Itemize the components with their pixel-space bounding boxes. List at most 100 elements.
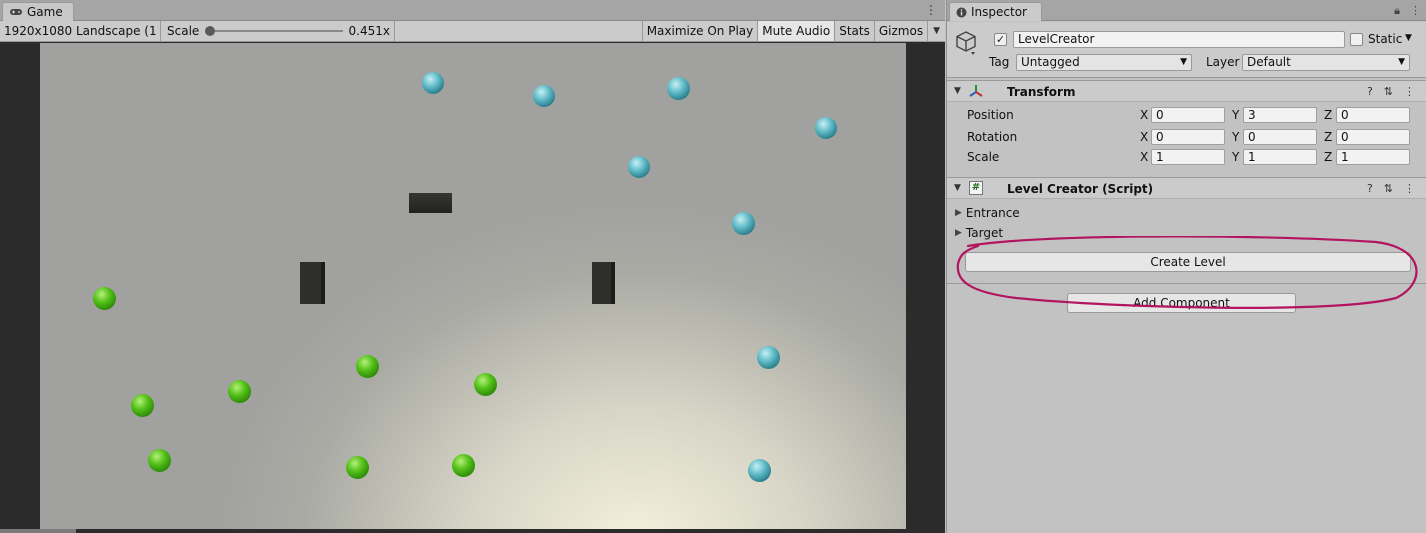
tab-game-label: Game [27,5,63,19]
stats-toggle[interactable]: Stats [835,21,875,41]
tag-label: Tag [989,55,1010,69]
maximize-on-play-toggle[interactable]: Maximize On Play [643,21,759,41]
position-x-field[interactable]: 0 [1151,107,1225,123]
dark-block [592,262,615,304]
rotation-z-field[interactable]: 0 [1336,129,1410,145]
game-menu-icon[interactable]: ⋮ [925,4,937,16]
axis-z-label[interactable]: Z [1324,150,1332,164]
layer-dropdown[interactable]: Default ▼ [1242,54,1410,71]
axis-y-label[interactable]: Y [1232,130,1239,144]
axis-x-label[interactable]: X [1140,130,1148,144]
component-menu-icon[interactable]: ⋮ [1404,182,1415,195]
static-dropdown-icon[interactable]: ▼ [1405,33,1412,43]
component-header-icons: ? ⇅ ⋮ [1367,182,1415,195]
teal-sphere [533,85,555,107]
presets-icon[interactable]: ⇅ [1384,182,1393,195]
tag-value: Untagged [1021,55,1080,69]
cube-icon [956,31,976,55]
scale-z-field[interactable]: 1 [1336,149,1410,165]
scale-y-field[interactable]: 1 [1243,149,1317,165]
teal-sphere [815,117,837,139]
help-icon[interactable]: ? [1367,182,1373,195]
axis-y-label[interactable]: Y [1232,108,1239,122]
game-panel: Game ⋮ 1920x1080 Landscape (1 ▼ Scale 0.… [0,0,945,533]
entrance-foldout[interactable]: ▶ Entrance [955,206,1020,220]
info-icon [956,7,967,17]
scale-x-field[interactable]: 1 [1151,149,1225,165]
chevron-down-icon: ▼ [1398,57,1405,67]
green-sphere [356,355,379,378]
position-y-field[interactable]: 3 [1243,107,1317,123]
strip-highlight [0,529,76,533]
chevron-down-icon: ▼ [1180,57,1187,67]
tab-game[interactable]: Game [2,2,74,21]
axis-z-label[interactable]: Z [1324,130,1332,144]
target-foldout[interactable]: ▶ Target [955,226,1003,240]
object-name-field[interactable]: LevelCreator [1013,31,1345,48]
axis-x-label[interactable]: X [1140,108,1148,122]
foldout-arrow-icon[interactable]: ▼ [954,183,961,193]
script-icon: # [969,181,983,195]
game-viewport[interactable] [40,43,906,529]
teal-sphere [748,459,771,482]
tab-inspector[interactable]: Inspector [949,2,1042,21]
menu-icon[interactable]: ⋮ [1410,4,1421,18]
inspector-tabbar: Inspector 🔒︎ ⋮ [947,0,1426,21]
axis-z-label[interactable]: Z [1324,108,1332,122]
inspector-tab-icons: 🔒︎ ⋮ [1394,4,1421,18]
transform-header[interactable]: ▼ Transform ? ⇅ ⋮ [947,80,1426,102]
resolution-dropdown[interactable]: 1920x1080 Landscape (1 ▼ [0,21,161,41]
help-icon[interactable]: ? [1367,85,1373,98]
scale-control: Scale 0.451x [161,21,395,41]
rotation-y-field[interactable]: 0 [1243,129,1317,145]
transform-title: Transform [1007,85,1076,99]
unity-editor: Game ⋮ 1920x1080 Landscape (1 ▼ Scale 0.… [0,0,1426,533]
level-creator-header[interactable]: ▼ # Level Creator (Script) ? ⇅ ⋮ [947,177,1426,199]
static-checkbox[interactable] [1350,33,1363,46]
axis-x-label[interactable]: X [1140,150,1148,164]
green-sphere [452,454,475,477]
toolbar-spacer [395,21,643,41]
component-divider [947,283,1426,284]
gamepad-icon [10,9,22,15]
axis-y-label[interactable]: Y [1232,150,1239,164]
component-header-icons: ? ⇅ ⋮ [1367,85,1415,98]
rotation-x-field[interactable]: 0 [1151,129,1225,145]
green-sphere [148,449,171,472]
green-sphere [474,373,497,396]
resolution-value: 1920x1080 Landscape (1 [4,24,157,38]
chevron-right-icon: ▶ [955,228,962,238]
mute-audio-toggle[interactable]: Mute Audio [758,21,836,41]
foldout-arrow-icon[interactable]: ▼ [954,86,961,96]
position-label: Position [967,108,1014,122]
game-toolbar: 1920x1080 Landscape (1 ▼ Scale 0.451x Ma… [0,21,945,42]
tag-dropdown[interactable]: Untagged ▼ [1016,54,1192,71]
gizmos-toggle[interactable]: Gizmos [875,21,929,41]
scale-label: Scale [967,150,1000,164]
teal-sphere [422,72,444,94]
teal-sphere [667,77,690,100]
scale-slider-handle[interactable] [205,26,216,36]
chevron-down-icon: ▼ [933,26,940,36]
game-bottom-strip [0,529,945,533]
active-checkbox[interactable]: ✓ [994,33,1007,46]
layer-value: Default [1247,55,1291,69]
teal-sphere [757,346,780,369]
layer-label: Layer [1206,55,1240,69]
green-sphere [228,380,251,403]
green-sphere [131,394,154,417]
create-level-button[interactable]: Create Level [965,252,1411,272]
target-label: Target [965,226,1004,240]
object-header: ✓ LevelCreator Static ▼ Tag Untagged ▼ L… [947,22,1426,78]
scale-slider[interactable] [205,25,343,37]
component-menu-icon[interactable]: ⋮ [1404,85,1415,98]
add-component-button[interactable]: Add Component [1067,293,1296,313]
gizmos-dropdown[interactable]: ▼ [928,21,945,41]
teal-sphere [732,212,755,235]
position-z-field[interactable]: 0 [1336,107,1410,123]
transform-icon [969,85,983,97]
scale-slider-track [205,30,343,32]
lock-icon[interactable]: 🔒︎ [1394,4,1400,18]
dark-block [409,193,452,213]
presets-icon[interactable]: ⇅ [1384,85,1393,98]
